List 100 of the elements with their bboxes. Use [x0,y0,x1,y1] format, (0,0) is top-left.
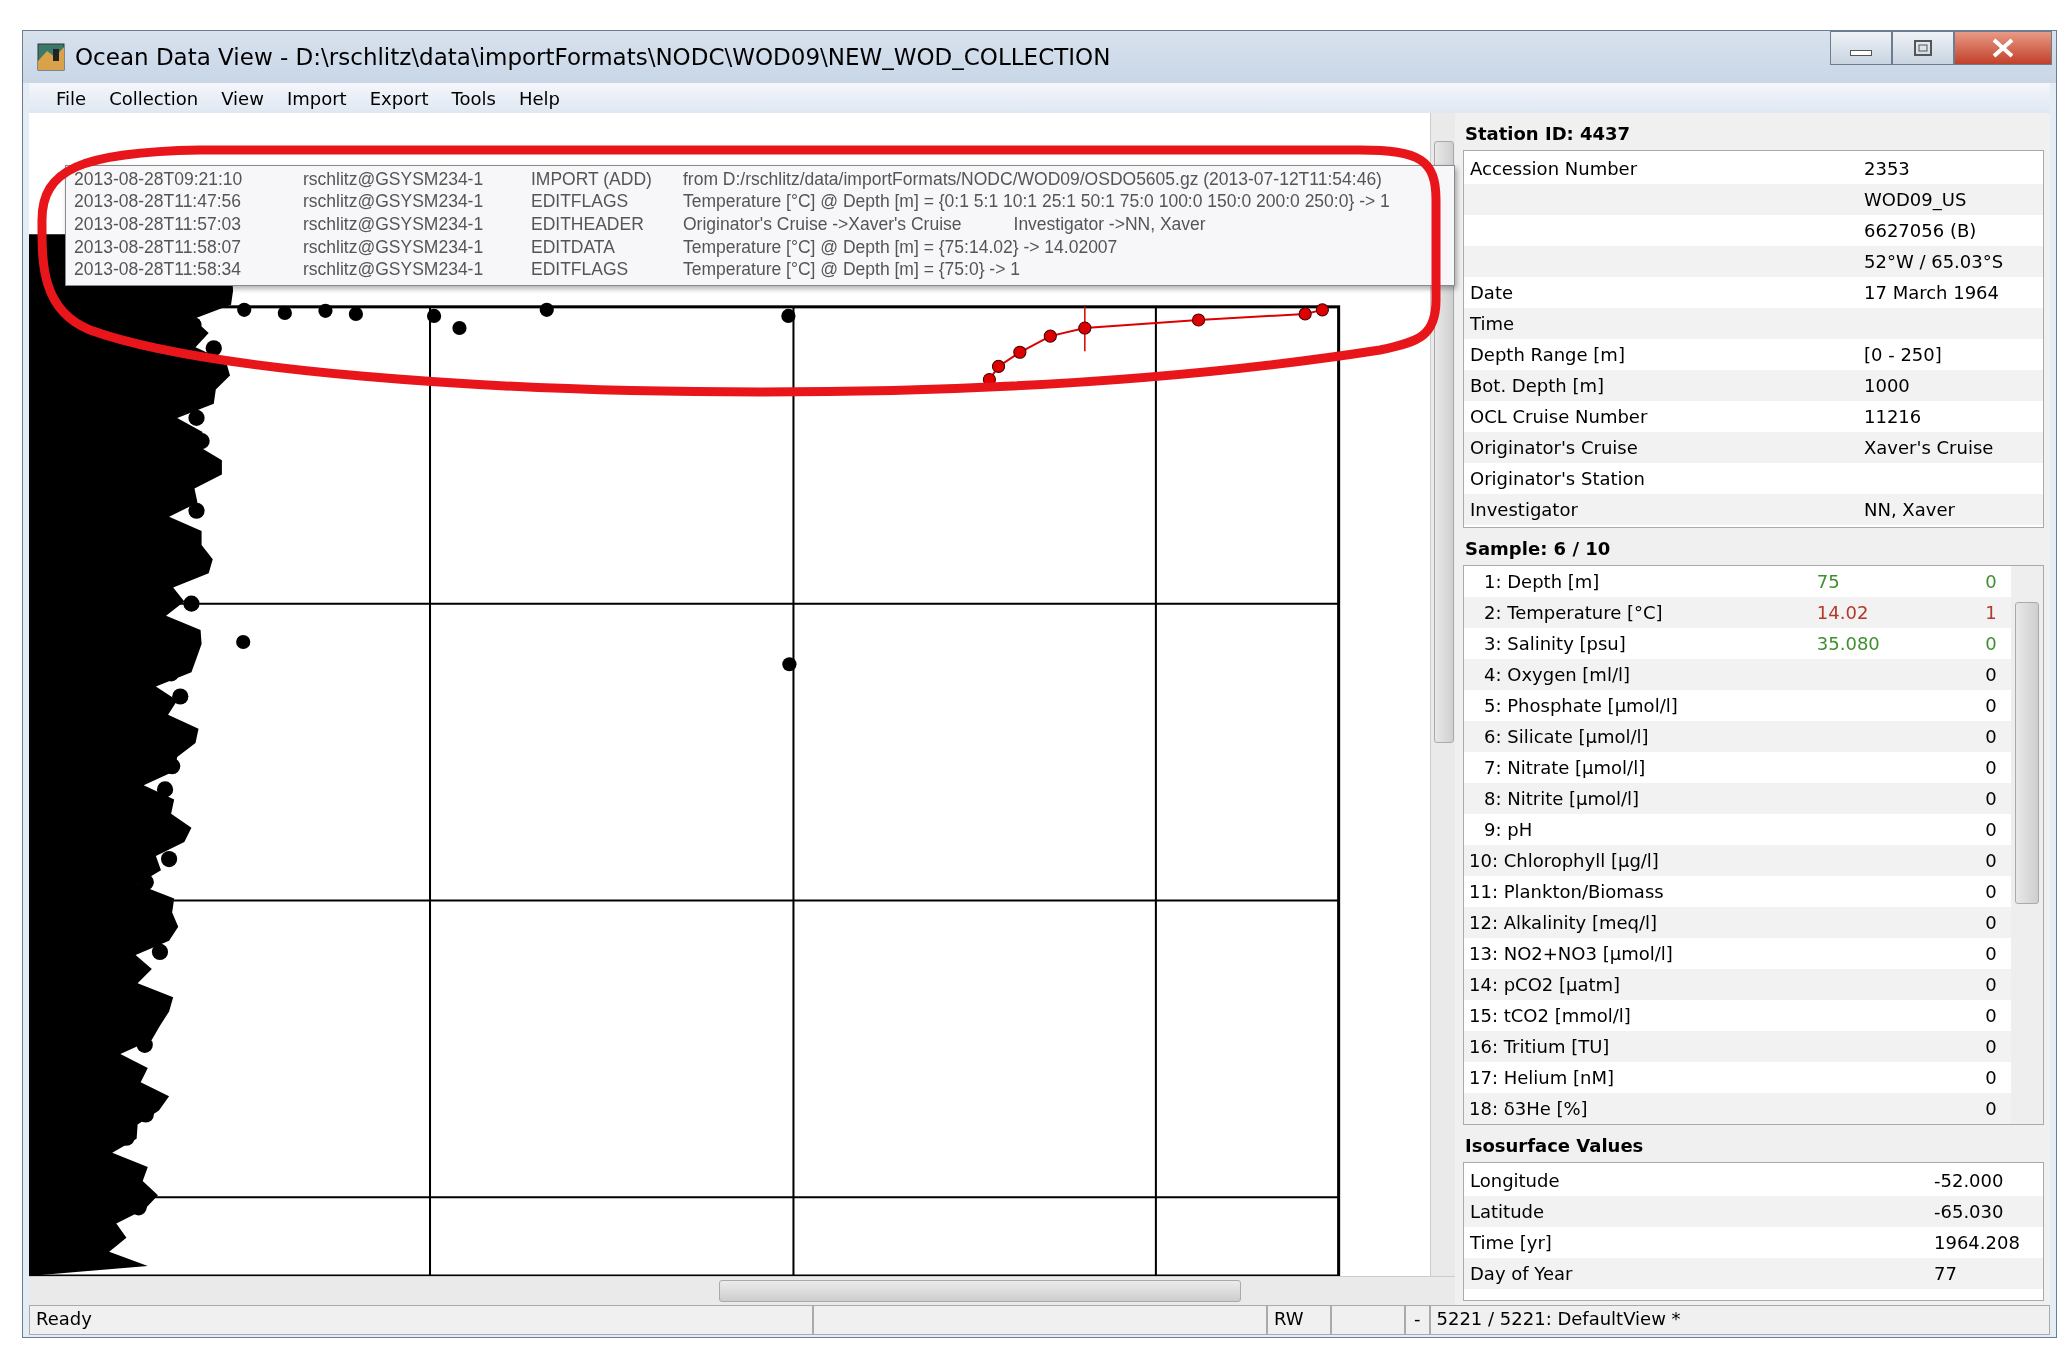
data-point [236,634,251,650]
variable-name: 4: Oxygen [ml/l] [1484,664,1631,685]
action-name: EDITHEADER [531,214,645,235]
maximize-button[interactable] [1892,31,1954,65]
timestamp: 2013-08-28T11:57:03 [74,214,243,235]
action-name: IMPORT (ADD) [531,168,653,190]
field-value: NN, Xaver [1864,499,1955,520]
flag-value: 0 [1985,974,1998,995]
menu-item[interactable]: File [56,87,87,109]
timestamp: 2013-08-28T11:58:34 [74,259,243,281]
close-button[interactable] [1954,31,2052,65]
field-label: Time [1470,313,1516,334]
field-label: Time [yr] [1470,1232,1553,1253]
change-details: Originator's Cruise ->Xaver's Cruise [683,214,962,235]
change-details: from D:/rschlitz/data/importFormats/NODC/WOD09/OSDO5605.gz (2013-07-12T11:54:46) [683,168,1382,190]
profile-point [1298,307,1312,321]
field-value: 2353 [1864,158,1910,179]
change-details: Temperature [°C] @ Depth [m] = {75:14.02} -> 14.02007 [683,236,1118,258]
menu-item[interactable]: Collection [109,87,199,109]
flag-value: 0 [1985,1067,1998,1088]
variable-name: 11: Plankton/Biomass [1469,881,1665,902]
data-point [452,320,467,336]
field-value: [0 - 250] [1864,344,1942,365]
variable-name: 13: NO2+NO3 [µmol/l] [1469,943,1674,964]
menu-item[interactable]: Tools [451,87,496,109]
menu-item[interactable]: Help [518,87,560,109]
section-header: Sample: 6 / 10 [1464,537,1612,561]
flag-value: 0 [1985,757,1998,778]
field-value: 17 March 1964 [1864,282,2000,303]
field-value: 11216 [1864,406,1922,427]
variable-name: 8: Nitrite [µmol/l] [1484,788,1641,809]
variable-name: 10: Chlorophyll [µg/l] [1469,850,1660,871]
sample-value: 35.080 [1816,633,1881,654]
access-mode: RW [1267,1305,1331,1335]
app-icon [37,43,65,71]
variable-name: 14: pCO2 [µatm] [1469,974,1622,995]
profile-point [1191,313,1206,327]
variable-name: 17: Helium [nM] [1469,1067,1615,1088]
variable-name: 16: Tritium [TU] [1469,1036,1611,1057]
list-scrollbar[interactable] [2011,566,2043,1124]
cursor-line [1084,306,1086,352]
menu-item[interactable]: View [221,87,264,109]
timestamp: 2013-08-28T11:58:07 [74,236,243,258]
flag-value: 0 [1985,881,1998,902]
field-label: Originator's Cruise [1470,437,1639,458]
variable-name: 6: Silicate [µmol/l] [1484,726,1650,747]
field-value: Xaver's Cruise [1864,437,1994,458]
flag-value: 0 [1985,912,1998,933]
variable-name: 2: Temperature [°C] [1484,602,1664,623]
variable-name: 12: Alkalinity [meq/l] [1469,912,1659,933]
field-value: 1964.208 [1934,1232,2020,1253]
flag-value: 0 [1985,1005,1998,1026]
field-label: Longitude [1470,1170,1561,1191]
flag-value: 0 [1985,850,1998,871]
variable-name: 3: Salinity [psu] [1484,633,1627,654]
flag-value: 0 [1985,819,1998,840]
field-value: -65.030 [1934,1201,2004,1222]
change-details: Temperature [°C] @ Depth [m] = {0:1 5:1 10:1 25:1 50:1 75:0 100:0 150:0 200:0 250:0} -> 1 [683,191,1390,213]
field-label: Depth Range [m] [1470,344,1626,365]
flag-value: 0 [1985,726,1998,747]
change-details: Temperature [°C] @ Depth [m] = {75:0} -> 1 [683,259,1020,281]
flag-value: 0 [1985,633,1998,654]
field-value: 77 [1934,1263,1957,1284]
menu-item[interactable]: Export [369,87,429,109]
field-label: Date [1470,282,1515,303]
variable-name: 15: tCO2 [mmol/l] [1469,1005,1632,1026]
field-label: Day of Year [1470,1263,1574,1284]
change-details: Investigator ->NN, Xaver [1013,214,1206,235]
minimize-button[interactable] [1830,31,1892,65]
flag-value: 0 [1985,1036,1998,1057]
field-label: Bot. Depth [m] [1470,375,1605,396]
field-value: 6627056 (B) [1864,220,1977,241]
sample-value: 14.02 [1816,602,1870,623]
user-name: rschlitz@GSYSM234-1 [303,236,485,258]
flag-value: 0 [1985,664,1998,685]
variable-name: 7: Nitrate [µmol/l] [1484,757,1647,778]
user-name: rschlitz@GSYSM234-1 [303,259,485,281]
variable-name: 18: δ3He [%] [1469,1098,1589,1119]
section-header: Isosurface Values [1464,1134,1645,1158]
action-name: EDITFLAGS [531,259,630,281]
profile-point [1078,321,1092,335]
horizontal-scrollbar[interactable] [29,1276,1455,1305]
user-name: rschlitz@GSYSM234-1 [303,214,485,235]
status-message: Ready [29,1305,813,1335]
flag-value: 0 [1985,695,1998,716]
window-title: Ocean Data View - D:\rschlitz\data\importFormats\NODC\WOD09\NEW_WOD_COLLECTION [75,44,1111,70]
field-label: OCL Cruise Number [1470,406,1649,427]
profile-point [991,359,1006,373]
flag-value: 0 [1985,1098,1998,1119]
sample-value: 75 [1816,571,1841,592]
status-separator: - [1405,1305,1430,1335]
section-header: Station ID: 4437 [1464,122,1632,146]
flag-value: 0 [1985,571,1998,592]
action-name: EDITDATA [531,236,616,258]
variable-name: 5: Phosphate [µmol/l] [1484,695,1679,716]
menu-item[interactable]: Import [286,87,347,109]
variable-name: 1: Depth [m] [1484,571,1601,592]
flag-value: 0 [1985,943,1998,964]
close-icon [1990,38,2016,58]
profile-point [1315,303,1329,317]
